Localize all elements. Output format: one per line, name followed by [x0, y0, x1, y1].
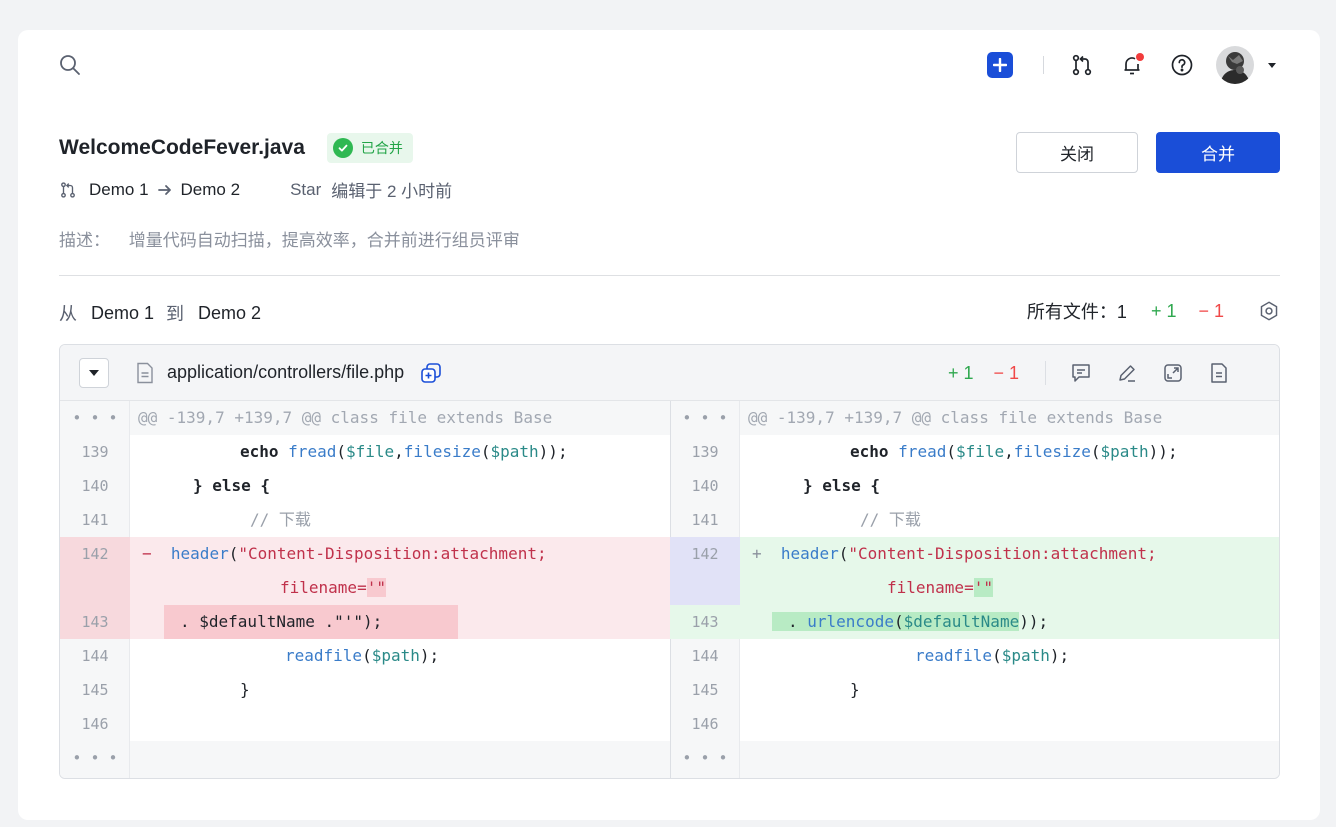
hunk-header-row[interactable]: • • • @@ -139,7 +139,7 @@ class file ext… [60, 401, 670, 435]
diff-row: 145 } [670, 673, 1279, 707]
to-label: 到 [166, 304, 185, 324]
file-stats: + 1 − 1 [948, 361, 1230, 385]
edit-icon[interactable] [1116, 362, 1138, 384]
expand-ellipsis[interactable]: • • • [60, 741, 130, 775]
divider [1043, 56, 1044, 74]
diff-left-pane: • • • @@ -139,7 +139,7 @@ class file ext… [60, 401, 670, 778]
description: 描述： 增量代码自动扫描，提高效率，合并前进行组员评审 [59, 226, 520, 251]
merge-request-card: WelcomeCodeFever.java 已合并 Demo 1 Demo 2 … [18, 30, 1320, 820]
diff-row: 141 // 下载 [60, 503, 670, 537]
line-number[interactable]: 139 [60, 435, 130, 469]
line-number[interactable]: 142 [670, 537, 740, 605]
check-icon [332, 138, 353, 158]
bell-icon[interactable] [1120, 53, 1144, 77]
merge-request-icon [61, 181, 75, 198]
line-number[interactable]: 144 [670, 639, 740, 673]
diff-row: 146 [670, 707, 1279, 741]
status-badge: 已合并 [326, 133, 413, 163]
to-branch[interactable]: Demo 2 [198, 303, 261, 324]
author-name[interactable]: Star [290, 180, 321, 200]
file-added-count: + 1 [948, 362, 974, 383]
plus-icon[interactable] [987, 52, 1013, 78]
topbar-actions [987, 46, 1276, 84]
file-path[interactable]: application/controllers/file.php [167, 362, 404, 383]
line-number[interactable]: 140 [60, 469, 130, 503]
merge-request-icon[interactable] [1070, 53, 1094, 77]
diff-row: 144 readfile($path); [670, 639, 1279, 673]
branch-meta: Demo 1 Demo 2 Star 编辑于 2 小时前 [59, 177, 452, 202]
from-label: 从 [59, 304, 77, 324]
chevron-down-icon[interactable] [1268, 62, 1276, 68]
diff-row: 146 [60, 707, 670, 741]
hunk-footer-row[interactable]: • • • [670, 741, 1279, 778]
status-badge-label: 已合并 [360, 140, 403, 156]
added-count: + 1 [1150, 300, 1177, 321]
deleted-block: 142 − header("Content-Disposition:attach… [60, 537, 670, 639]
from-branch[interactable]: Demo 1 [91, 303, 154, 324]
diff-row: 139 echo fread($file,filesize($path)); [60, 435, 670, 469]
close-button[interactable]: 关闭 [1016, 132, 1138, 173]
added-block: 142 + header("Content-Disposition:attach… [670, 537, 1279, 639]
diff-right-pane: • • • @@ -139,7 +139,7 @@ class file ext… [670, 401, 1279, 778]
file-diff: application/controllers/file.php + 1 − 1 [59, 344, 1280, 779]
expand-ellipsis[interactable]: • • • [670, 741, 740, 775]
copy-icon[interactable] [420, 362, 442, 384]
removed-count: − 1 [1198, 300, 1224, 321]
split-diff: • • • @@ -139,7 +139,7 @@ class file ext… [60, 401, 1279, 778]
divider [59, 275, 1280, 276]
diff-row: 140 } else { [60, 469, 670, 503]
collapse-button[interactable] [79, 357, 109, 388]
help-icon[interactable] [1170, 53, 1194, 77]
view-file-icon[interactable] [1208, 362, 1230, 384]
diff-row: 144 readfile($path); [60, 639, 670, 673]
file-diff-header: application/controllers/file.php + 1 − 1 [60, 345, 1279, 401]
chevron-down-icon [89, 369, 99, 376]
edited-time: 编辑于 2 小时前 [331, 182, 453, 201]
line-number[interactable]: 143 [670, 605, 740, 639]
page-title: WelcomeCodeFever.java [59, 136, 305, 159]
title-row: WelcomeCodeFever.java 已合并 [59, 133, 413, 163]
arrow-right-icon [157, 184, 171, 195]
merge-button[interactable]: 合并 [1156, 132, 1280, 173]
target-branch[interactable]: Demo 2 [181, 180, 241, 200]
line-number[interactable]: 140 [670, 469, 740, 503]
line-number[interactable]: 144 [60, 639, 130, 673]
expand-ellipsis[interactable]: • • • [60, 401, 130, 435]
hunk-header: @@ -139,7 +139,7 @@ class file extends B… [740, 401, 1279, 435]
search-icon[interactable] [58, 53, 82, 77]
diff-row: 141 // 下载 [670, 503, 1279, 537]
compare-branches: 从 Demo 1 到 Demo 2 [59, 300, 261, 326]
avatar[interactable] [1216, 46, 1254, 84]
line-number[interactable]: 146 [60, 707, 130, 741]
diff-row: 145 } [60, 673, 670, 707]
line-number[interactable]: 146 [670, 707, 740, 741]
description-text: 增量代码自动扫描，提高效率，合并前进行组员评审 [128, 231, 520, 250]
divider [1045, 361, 1047, 385]
files-count: 所有文件：1 [1026, 302, 1127, 322]
description-label: 描述： [59, 231, 110, 250]
hunk-header-row[interactable]: • • • @@ -139,7 +139,7 @@ class file ext… [670, 401, 1279, 435]
settings-icon[interactable] [1258, 300, 1280, 322]
file-removed-count: − 1 [993, 362, 1020, 383]
diff-stats: 所有文件：1 + 1 − 1 [1027, 298, 1280, 324]
line-number[interactable]: 141 [670, 503, 740, 537]
file-icon [137, 362, 153, 383]
notification-dot [1136, 53, 1144, 61]
expand-ellipsis[interactable]: • • • [670, 401, 740, 435]
line-number[interactable]: 139 [670, 435, 740, 469]
line-number[interactable]: 145 [60, 673, 130, 707]
hunk-header: @@ -139,7 +139,7 @@ class file extends B… [130, 401, 670, 435]
line-number[interactable]: 143 [60, 605, 130, 639]
line-number[interactable]: 145 [670, 673, 740, 707]
hunk-footer-row[interactable]: • • • [60, 741, 670, 778]
diff-row: 139 echo fread($file,filesize($path)); [670, 435, 1279, 469]
line-number[interactable]: 141 [60, 503, 130, 537]
expand-icon[interactable] [1162, 362, 1184, 384]
diff-row: 140 } else { [670, 469, 1279, 503]
source-branch[interactable]: Demo 1 [89, 180, 149, 200]
comment-icon[interactable] [1070, 362, 1092, 384]
